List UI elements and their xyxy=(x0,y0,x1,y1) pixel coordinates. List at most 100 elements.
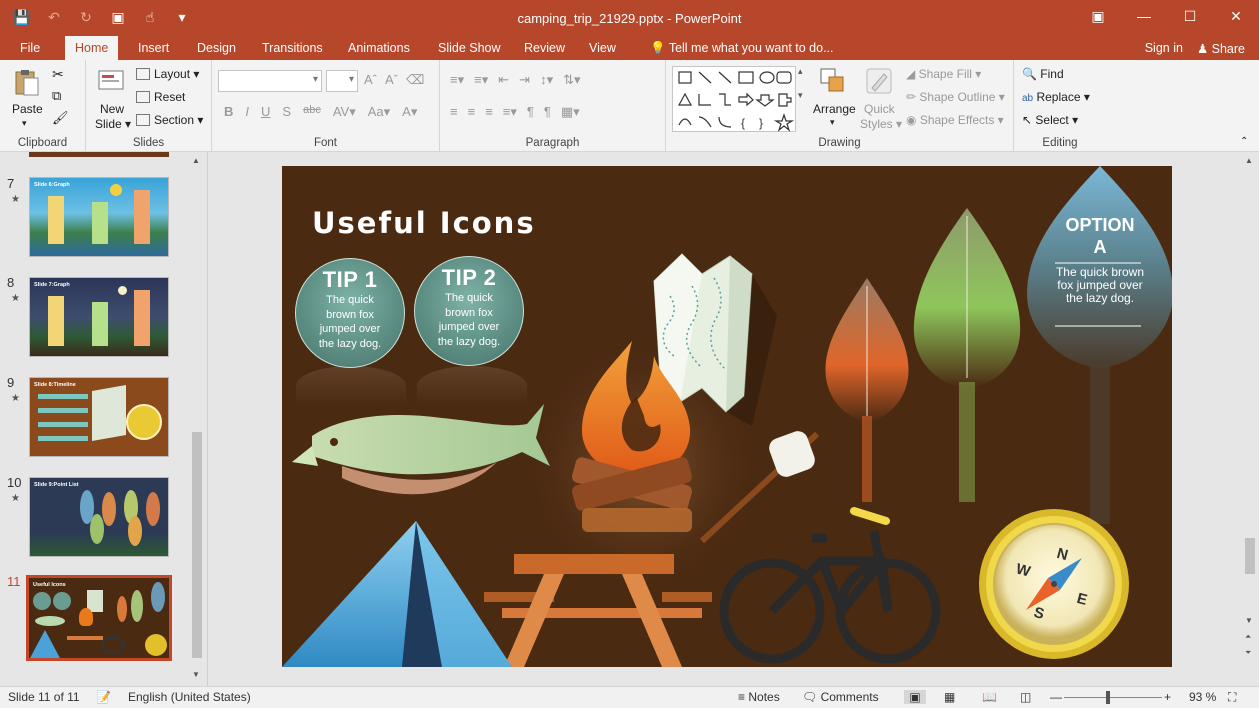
comments-button[interactable]: 🗨 Comments xyxy=(802,690,879,704)
bold-icon[interactable]: B xyxy=(224,104,233,120)
clear-format-icon[interactable]: ⌫ xyxy=(406,72,424,88)
font-size-combo[interactable] xyxy=(326,70,358,92)
justify-icon[interactable]: ≡▾ xyxy=(503,104,517,120)
thumbnails-scrollbar[interactable]: ▲ ▼ xyxy=(190,152,204,686)
shapes-scroll-up-icon[interactable]: ▴ xyxy=(798,66,803,77)
section-button[interactable]: Section ▾ xyxy=(136,113,203,127)
tip2-circle[interactable]: TIP 2 The quick brown fox jumped over th… xyxy=(414,256,524,366)
paste-dropdown-icon[interactable]: ▾ xyxy=(22,118,27,129)
slide-11[interactable]: N S E W Useful Icons TIP 1 The quick bro… xyxy=(282,166,1172,667)
thumbnail-slide-9[interactable]: Slide 8:Timeline xyxy=(29,377,169,457)
slide-scrollbar[interactable]: ▲ ▼ ⏶ ⏷ xyxy=(1243,152,1257,686)
zoom-slider[interactable] xyxy=(1064,697,1162,698)
grow-font-icon[interactable]: Aˆ xyxy=(364,72,377,88)
slide-scroll-thumb[interactable] xyxy=(1245,538,1255,574)
font-name-combo[interactable] xyxy=(218,70,322,92)
arrange-button[interactable]: Arrange xyxy=(813,102,856,116)
scroll-down-icon[interactable]: ▼ xyxy=(192,670,200,679)
option-a-callout[interactable]: OPTION A The quick brown fox jumped over… xyxy=(1048,214,1152,305)
tab-review[interactable]: Review xyxy=(514,36,575,60)
tab-animations[interactable]: Animations xyxy=(338,36,420,60)
collapse-ribbon-icon[interactable]: ⌃ xyxy=(1240,136,1248,147)
shadow-icon[interactable]: S xyxy=(282,104,291,120)
slideshow-icon[interactable]: ◫ xyxy=(1020,690,1031,704)
slide-title[interactable]: Useful Icons xyxy=(312,206,536,240)
copy-icon[interactable]: ⧉ xyxy=(52,88,61,104)
spelling-icon[interactable]: 📝 xyxy=(96,690,111,704)
replace-button[interactable]: ab Replace ▾ xyxy=(1022,90,1090,104)
shapes-scroll-down-icon[interactable]: ▾ xyxy=(798,90,803,101)
tell-me-box[interactable]: 💡 Tell me what you want to do... xyxy=(640,36,844,60)
sign-in-link[interactable]: Sign in xyxy=(1145,41,1183,55)
shape-outline-button[interactable]: ✏ Shape Outline ▾ xyxy=(906,90,1005,104)
numbering-icon[interactable]: ≡▾ xyxy=(474,72,488,88)
thumbnail-slide-10[interactable]: Slide 9:Point List xyxy=(29,477,169,557)
quick-styles-button[interactable]: Styles ▾ xyxy=(860,117,902,131)
format-painter-icon[interactable]: 🖌 xyxy=(52,110,69,126)
text-direction-icon[interactable]: ⇅▾ xyxy=(563,72,580,88)
tab-transitions[interactable]: Transitions xyxy=(252,36,333,60)
strikethrough-icon[interactable]: abc xyxy=(303,104,321,120)
cut-icon[interactable]: ✂ xyxy=(52,66,64,83)
thumbnail-slide-7[interactable]: Slide 6:Graph xyxy=(29,177,169,257)
tab-home[interactable]: Home xyxy=(65,36,119,62)
maximize-icon[interactable]: ☐ xyxy=(1167,0,1213,32)
normal-view-icon[interactable]: ▣ xyxy=(904,690,926,704)
find-button[interactable]: 🔍 Find xyxy=(1022,67,1064,81)
font-color-icon[interactable]: A▾ xyxy=(402,104,417,120)
notes-button[interactable]: ≡ Notes xyxy=(738,690,780,704)
align-left-icon[interactable]: ≡ xyxy=(450,104,458,120)
zoom-level[interactable]: 93 % xyxy=(1189,690,1216,704)
tab-insert[interactable]: Insert xyxy=(128,36,179,60)
tip1-circle[interactable]: TIP 1 The quick brown fox jumped over th… xyxy=(295,258,405,368)
reset-button[interactable]: Reset xyxy=(136,90,185,104)
tab-view[interactable]: View xyxy=(579,36,626,60)
ribbon-display-icon[interactable]: ▣ xyxy=(1075,0,1121,32)
shrink-font-icon[interactable]: Aˇ xyxy=(385,72,398,88)
language-indicator[interactable]: English (United States) xyxy=(128,690,251,704)
tab-design[interactable]: Design xyxy=(187,36,246,60)
close-icon[interactable]: ✕ xyxy=(1213,0,1259,32)
line-spacing-icon[interactable]: ↕▾ xyxy=(540,72,553,88)
next-slide-icon[interactable]: ⏷ xyxy=(1245,648,1251,658)
shape-fill-button[interactable]: ◢ Shape Fill ▾ xyxy=(906,67,981,81)
italic-icon[interactable]: I xyxy=(245,104,249,120)
layout-button[interactable]: Layout ▾ xyxy=(136,67,199,81)
arrange-dropdown-icon[interactable]: ▾ xyxy=(830,117,835,128)
new-slide-label-1[interactable]: New xyxy=(100,102,124,116)
zoom-in-icon[interactable]: + xyxy=(1164,690,1171,704)
select-button[interactable]: ↖ Select ▾ xyxy=(1022,113,1078,127)
scroll-up-icon[interactable]: ▲ xyxy=(192,156,200,165)
smartart-icon[interactable]: ▦▾ xyxy=(561,104,580,120)
shape-effects-button[interactable]: ◉ Shape Effects ▾ xyxy=(906,113,1004,127)
slide-scroll-up-icon[interactable]: ▲ xyxy=(1245,156,1253,165)
underline-icon[interactable]: U xyxy=(261,104,270,120)
align-right-icon[interactable]: ≡ xyxy=(485,104,493,120)
new-slide-button[interactable]: Slide ▾ xyxy=(95,117,131,131)
rtl-icon[interactable]: ¶ xyxy=(527,104,534,120)
slide-scroll-down-icon[interactable]: ▼ xyxy=(1245,616,1253,625)
reading-view-icon[interactable]: 📖 xyxy=(982,690,997,704)
share-button[interactable]: ♟ Share xyxy=(1197,41,1245,56)
char-spacing-icon[interactable]: AV▾ xyxy=(333,104,356,120)
align-center-icon[interactable]: ≡ xyxy=(468,104,476,120)
zoom-slider-thumb[interactable] xyxy=(1106,691,1110,704)
tab-slide-show[interactable]: Slide Show xyxy=(428,36,511,60)
thumbnail-slide-11[interactable]: Useful Icons xyxy=(26,575,172,661)
fit-slide-icon[interactable]: ⛶ xyxy=(1228,690,1236,705)
paste-button[interactable]: Paste xyxy=(12,102,43,116)
bullets-icon[interactable]: ≡▾ xyxy=(450,72,464,88)
decrease-indent-icon[interactable]: ⇤ xyxy=(498,72,509,88)
thumbnails-scroll-thumb[interactable] xyxy=(192,432,202,658)
shapes-gallery[interactable]: { } xyxy=(672,66,796,132)
increase-indent-icon[interactable]: ⇥ xyxy=(519,72,530,88)
zoom-out-icon[interactable]: — xyxy=(1050,690,1062,704)
thumbnail-6-bottom[interactable] xyxy=(29,152,169,157)
previous-slide-icon[interactable]: ⏶ xyxy=(1245,632,1251,642)
slide-sorter-icon[interactable]: ▦ xyxy=(944,690,955,704)
change-case-icon[interactable]: Aa▾ xyxy=(368,104,390,120)
tab-file[interactable]: File xyxy=(10,36,50,60)
thumbnail-slide-8[interactable]: Slide 7:Graph xyxy=(29,277,169,357)
ltr-icon[interactable]: ¶ xyxy=(544,104,551,120)
minimize-icon[interactable]: — xyxy=(1121,0,1167,32)
